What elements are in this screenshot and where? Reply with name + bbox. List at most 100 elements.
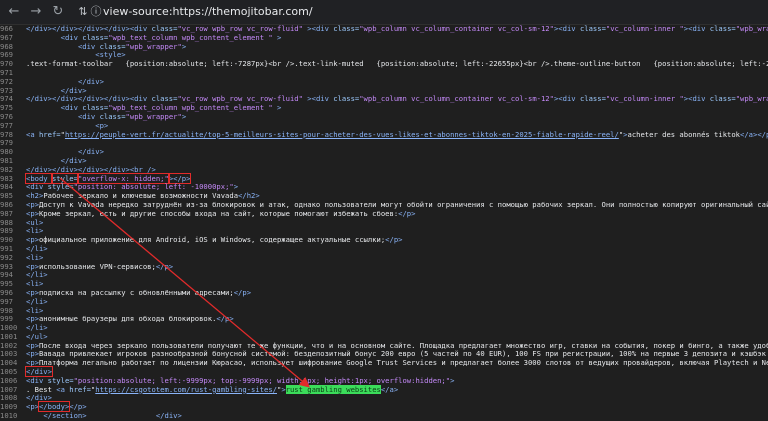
code-token: "wpb_wrapper"	[125, 41, 182, 51]
code-line: 971	[0, 68, 768, 78]
code-token: <div	[77, 111, 100, 121]
code-token: "wpb_text_column wpb_content_element "	[108, 103, 273, 113]
code-token: После входа через зеркало пользователи п…	[38, 340, 768, 350]
code-token: <div	[60, 103, 83, 113]
info-icon[interactable]: ⓘ	[89, 4, 103, 20]
code-token: </div>	[77, 76, 104, 86]
url-text[interactable]: view-source:https://themojitobar.com/	[103, 4, 313, 20]
address-bar[interactable]: ⇅ ⓘ view-source:https://themojitobar.com…	[76, 2, 766, 22]
code-token: </li>	[26, 296, 48, 306]
code-token: </li>	[26, 243, 48, 253]
code-line: 978 <a href="https://peuple-vert.fr/actua…	[0, 129, 768, 140]
code-token: <ul>	[26, 217, 44, 227]
code-token: <p>	[26, 349, 39, 359]
code-token: подписка на рассылку с обновлёнными адре…	[38, 287, 234, 297]
code-token: <style>	[95, 50, 126, 60]
source-code-view: 966 </div></div></div></div><div class="v…	[0, 25, 768, 421]
code-token: href=	[38, 129, 61, 139]
code-token: "wpb_column vc_column_container vc_col-s…	[359, 94, 554, 104]
code-token: Доступ к Vavada нередко затруднён из-за …	[38, 199, 768, 209]
code-token: "vc_row wpb_row vc_row-fluid"	[177, 94, 303, 104]
code-token: "vc_column-inner "	[605, 25, 684, 33]
code-token: ><div	[553, 25, 580, 33]
code-text: <a href="https://peuple-vert.fr/actualit…	[26, 129, 768, 140]
code-token: <h2>	[26, 191, 44, 201]
code-token: </li>	[26, 270, 48, 280]
code-token: <p>	[26, 287, 39, 297]
code-token: </div>	[155, 411, 182, 421]
reload-button[interactable]: ↻	[50, 4, 66, 20]
code-line: 988 <ul>	[0, 217, 768, 228]
code-token: <div	[60, 32, 83, 42]
site-settings-icon[interactable]: ⇅	[76, 4, 90, 20]
code-token: "vc_column-inner "	[605, 94, 684, 104]
code-token: >	[181, 41, 187, 51]
code-token: class=	[333, 25, 360, 33]
code-token: "vc_row wpb_row vc_row-fluid"	[177, 25, 303, 33]
code-token: <p>	[95, 120, 109, 130]
code-token: >	[181, 111, 187, 121]
code-line: 1004 <p>Платформа легально работает по ли…	[0, 358, 768, 368]
code-line: 999 <p>анонимные браузеры для обхода блок…	[0, 314, 768, 324]
code-line: 979	[0, 139, 768, 148]
code-token: <p>	[26, 199, 39, 209]
code-token: class=	[333, 94, 360, 104]
code-line: 997 </li>	[0, 296, 768, 307]
code-token: >	[233, 182, 239, 192]
source-link[interactable]: https://csgototem.com/rust-gambling-site…	[95, 385, 277, 394]
code-token: </p>	[233, 287, 252, 297]
code-token: </div></div></div></div><br />	[26, 164, 156, 174]
code-token: class=	[151, 94, 178, 104]
code-token: class=	[579, 94, 606, 104]
code-token: rust gambling websites	[285, 384, 381, 394]
code-text: <p>подписка на рассылку с обновлёнными а…	[26, 287, 252, 298]
code-token: </div>	[77, 147, 104, 157]
code-token: <body	[25, 172, 53, 184]
code-token: </p>	[385, 235, 403, 245]
code-token: . Best	[26, 384, 57, 394]
code-token: "overflow-x: hidden;"	[76, 172, 170, 184]
code-token: <li>	[26, 226, 44, 236]
code-line: 972 </div>	[0, 76, 768, 87]
code-token: анонимные браузеры для обхода блокировок…	[38, 314, 217, 324]
code-text: .text-format-toolbar {position:absolute;…	[26, 59, 768, 69]
code-line: 987 <p>Кроме зеркал, есть и другие способ…	[0, 209, 768, 219]
code-token: "wpb_text_column wpb_content_element "	[108, 32, 273, 42]
code-token: </ul>	[26, 331, 48, 341]
code-token: </div></div></div></div>	[26, 94, 130, 104]
code-line: 976 <div class="wpb_wrapper">	[0, 111, 768, 122]
code-token: официальное приложение для Android, iOS …	[38, 235, 386, 245]
code-token: </a></p>	[740, 129, 768, 139]
back-button[interactable]: ←	[6, 4, 22, 20]
code-token: "wpb_wrapper"	[125, 111, 182, 121]
code-text: <p>Платформа легально работает по лиценз…	[26, 358, 768, 368]
code-token: <p>	[26, 402, 39, 412]
code-text: . Best <a href="https://csgototem.com/ru…	[26, 384, 398, 395]
code-text: <p>официальное приложение для Android, i…	[26, 235, 403, 245]
code-line: 980 </div>	[0, 147, 768, 157]
code-token: </p>	[69, 402, 87, 412]
code-token: .text-format-toolbar {position:absolute;…	[26, 59, 768, 69]
code-token: Рабочее зеркало и ключевые возможности V…	[43, 191, 239, 201]
code-token: class=	[82, 103, 109, 113]
code-text: <p>использование VPN-сервисов;</p>	[26, 262, 173, 272]
browser-toolbar: ← → ↻ ⇅ ⓘ view-source:https://themojitob…	[0, 0, 768, 25]
code-token: </section>	[43, 411, 87, 421]
code-token: "wpb_wrapper"	[735, 25, 768, 33]
code-token: <li>	[26, 279, 44, 289]
code-token: Платформа легально работает по лицензии …	[38, 358, 768, 368]
source-link[interactable]: https://peuple-vert.fr/actualite/top-5-m…	[65, 130, 619, 139]
code-text: <p>Кроме зеркал, есть и другие способы в…	[26, 209, 415, 219]
code-token: class=	[709, 94, 736, 104]
code-token: style=	[47, 375, 74, 385]
forward-button[interactable]: →	[28, 4, 44, 20]
code-token: <li>	[26, 305, 44, 315]
code-token: </div>	[25, 366, 53, 378]
code-token: </p>	[216, 314, 234, 324]
code-line: 996 <p>подписка на рассылку с обновлённым…	[0, 287, 768, 298]
code-token: "position:absolute; left:-9999px; top:-9…	[73, 375, 451, 385]
